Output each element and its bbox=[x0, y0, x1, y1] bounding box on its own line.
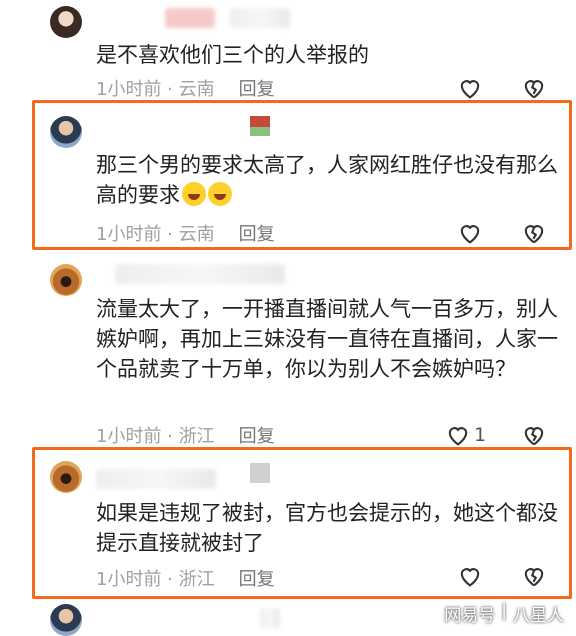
watermark-brand: 网易号 bbox=[444, 606, 496, 626]
username-blurred bbox=[115, 264, 285, 284]
broken-heart-icon[interactable] bbox=[520, 74, 548, 102]
laughing-emoji-icon bbox=[182, 182, 206, 206]
time-location: 1小时前 · 云南 bbox=[96, 224, 215, 245]
username-blurred bbox=[165, 8, 215, 28]
watermark-author: 八星人 bbox=[513, 606, 564, 626]
time-text: 1小时前 bbox=[96, 569, 162, 590]
user-badge bbox=[250, 116, 270, 136]
user-badge bbox=[250, 463, 270, 483]
reply-button[interactable]: 回复 bbox=[239, 220, 275, 246]
heart-icon[interactable] bbox=[444, 421, 472, 449]
location-text: 云南 bbox=[178, 79, 215, 100]
heart-icon[interactable] bbox=[456, 562, 484, 590]
comment-text: 那三个男的要求太高了，人家网红胜仔也没有那么高的要求 bbox=[96, 150, 566, 210]
avatar[interactable] bbox=[50, 264, 82, 296]
comment-text-content: 那三个男的要求太高了，人家网红胜仔也没有那么高的要求 bbox=[96, 153, 558, 207]
comment-3: 流量太大了，一开播直播间就人气一百多万，别人嫉妒啊，再加上三妹没有一直待在直播间… bbox=[0, 260, 576, 450]
time-location: 1小时前 · 浙江 bbox=[96, 426, 215, 447]
like-count: 1 bbox=[474, 424, 487, 446]
comment-1: 是不喜欢他们三个的人举报的 1小时前 · 云南 回复 bbox=[0, 0, 576, 110]
location-text: 云南 bbox=[178, 224, 215, 245]
comment-text: 流量太大了，一开播直播间就人气一百多万，别人嫉妒啊，再加上三妹没有一直待在直播间… bbox=[96, 297, 558, 381]
comment-meta: 1小时前 · 浙江 回复 bbox=[96, 422, 275, 448]
broken-heart-icon[interactable] bbox=[520, 219, 548, 247]
time-text: 1小时前 bbox=[96, 79, 162, 100]
location-text: 浙江 bbox=[178, 569, 215, 590]
comment-text: 是不喜欢他们三个的人举报的 bbox=[96, 43, 369, 67]
username-blurred bbox=[260, 608, 280, 628]
avatar[interactable] bbox=[50, 461, 82, 493]
time-text: 1小时前 bbox=[96, 224, 162, 245]
username-blurred bbox=[230, 8, 290, 28]
watermark-separator: | bbox=[501, 601, 507, 621]
avatar[interactable] bbox=[50, 6, 82, 38]
broken-heart-icon[interactable] bbox=[520, 562, 548, 590]
comment-meta: 1小时前 · 云南 回复 bbox=[96, 75, 275, 101]
heart-icon[interactable] bbox=[456, 219, 484, 247]
avatar[interactable] bbox=[50, 116, 82, 148]
reply-button[interactable]: 回复 bbox=[239, 565, 275, 591]
watermark: 网易号 | 八星人 bbox=[444, 601, 564, 626]
reply-button[interactable]: 回复 bbox=[239, 75, 275, 101]
comment-meta: 1小时前 · 浙江 回复 bbox=[96, 565, 275, 591]
time-text: 1小时前 bbox=[96, 426, 162, 447]
avatar[interactable] bbox=[50, 604, 82, 636]
laughing-emoji-icon bbox=[208, 182, 232, 206]
comment-2: 那三个男的要求太高了，人家网红胜仔也没有那么高的要求 1小时前 · 云南 回复 bbox=[0, 110, 576, 250]
location-text: 浙江 bbox=[178, 426, 215, 447]
username-blurred bbox=[96, 469, 216, 489]
reply-button[interactable]: 回复 bbox=[239, 422, 275, 448]
comment-text: 如果是违规了被封，官方也会提示的，她这个都没提示直接就被封了 bbox=[96, 501, 558, 555]
comment-meta: 1小时前 · 云南 回复 bbox=[96, 220, 275, 246]
time-location: 1小时前 · 浙江 bbox=[96, 569, 215, 590]
comment-4: 如果是违规了被封，官方也会提示的，她这个都没提示直接就被封了 1小时前 · 浙江… bbox=[0, 455, 576, 595]
broken-heart-icon[interactable] bbox=[520, 421, 548, 449]
heart-icon[interactable] bbox=[456, 74, 484, 102]
time-location: 1小时前 · 云南 bbox=[96, 79, 215, 100]
